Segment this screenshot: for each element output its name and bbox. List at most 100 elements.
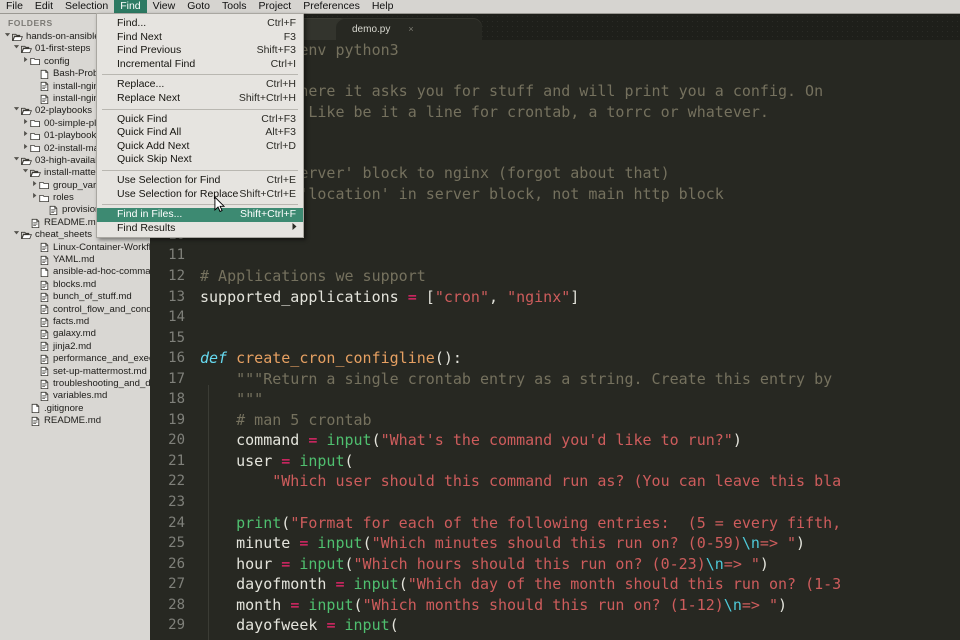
close-icon[interactable]: × xyxy=(408,19,413,40)
menu-item-find[interactable]: Find... Ctrl+F xyxy=(97,17,303,31)
tree-file-control-flow-and-conditiona[interactable]: control_flow_and_conditiona xyxy=(0,304,150,316)
menu-item-incremental-find[interactable]: Incremental Find Ctrl+I xyxy=(97,58,303,72)
menu-item-use-selection-for-find[interactable]: Use Selection for Find Ctrl+E xyxy=(97,174,303,188)
source-code-text[interactable]: #!/usr/bin/env python3 """A tool where i… xyxy=(192,40,960,640)
tree-file--gitignore[interactable]: .gitignore xyxy=(0,403,150,415)
chevron-right-icon[interactable] xyxy=(21,143,30,155)
menu-find[interactable]: Find xyxy=(114,0,147,13)
code-line[interactable]: # - embed 'location' in server block, no… xyxy=(192,184,960,205)
chevron-right-icon[interactable] xyxy=(21,118,30,130)
tree-file-linux-container-workflow-m[interactable]: Linux-Container-Workflow.m xyxy=(0,242,150,254)
chevron-right-icon[interactable] xyxy=(30,192,39,204)
code-line[interactable]: print("Format for each of the following … xyxy=(192,513,960,534)
tree-file-galaxy-md[interactable]: galaxy.md xyxy=(0,328,150,340)
menu-item-quick-skip-next[interactable]: Quick Skip Next xyxy=(97,153,303,167)
code-line[interactable] xyxy=(192,61,960,82)
menu-view[interactable]: View xyxy=(147,0,182,13)
code-line[interactable]: """ xyxy=(192,122,960,143)
code-line[interactable] xyxy=(192,492,960,513)
code-line[interactable]: month = input("Which months should this … xyxy=(192,595,960,616)
code-token: month xyxy=(200,595,291,614)
code-line[interactable]: a new line. Like be it a line for cronta… xyxy=(192,102,960,123)
code-line[interactable]: hour = input("Which hours should this ru… xyxy=(192,554,960,575)
tree-file-troubleshooting-and-debugg[interactable]: troubleshooting_and_debugg xyxy=(0,378,150,390)
tree-item-label: Linux-Container-Workflow.m xyxy=(53,241,150,253)
code-line[interactable] xyxy=(192,328,960,349)
menu-item-quick-find-all[interactable]: Quick Find All Alt+F3 xyxy=(97,126,303,140)
menu-project[interactable]: Project xyxy=(253,0,298,13)
folder-open-icon xyxy=(21,44,32,55)
menu-item-shortcut: Shift+Ctrl+E xyxy=(239,187,296,200)
tab-demo[interactable]: demo.py × xyxy=(336,18,482,40)
menu-help[interactable]: Help xyxy=(366,0,400,13)
menu-item-quick-find[interactable]: Quick Find Ctrl+F3 xyxy=(97,113,303,127)
menu-item-use-selection-for-replace[interactable]: Use Selection for Replace Shift+Ctrl+E xyxy=(97,188,303,202)
code-line[interactable]: dayofweek = input( xyxy=(192,615,960,636)
chevron-down-icon[interactable] xyxy=(12,155,21,167)
chevron-down-icon[interactable] xyxy=(12,43,21,55)
menu-item-quick-add-next[interactable]: Quick Add Next Ctrl+D xyxy=(97,140,303,154)
tree-file-performance-and-execution[interactable]: performance_and_execution xyxy=(0,353,150,365)
menu-item-replace[interactable]: Replace... Ctrl+H xyxy=(97,78,303,92)
code-token: ( xyxy=(371,431,381,450)
code-line[interactable]: def create_cron_configline(): xyxy=(192,348,960,369)
chevron-right-icon[interactable] xyxy=(21,56,30,68)
menu-goto[interactable]: Goto xyxy=(181,0,216,13)
tree-item-label: 01-first-steps xyxy=(35,43,91,55)
code-line[interactable]: # - add 'server' block to nginx (forgot … xyxy=(192,163,960,184)
code-line[interactable]: user = input( xyxy=(192,451,960,472)
code-line[interactable]: #!/usr/bin/env python3 xyxy=(192,40,960,61)
code-token: def xyxy=(200,349,237,368)
code-line[interactable] xyxy=(192,204,960,225)
menu-item-find-results[interactable]: Find Results xyxy=(97,222,303,236)
code-line[interactable]: """A tool where it asks you for stuff an… xyxy=(192,81,960,102)
folder-open-icon xyxy=(21,156,32,167)
tree-file-bunch-of-stuff-md[interactable]: bunch_of_stuff.md xyxy=(0,291,150,303)
file-text-icon xyxy=(39,304,50,315)
menu-item-find-previous[interactable]: Find Previous Shift+F3 xyxy=(97,44,303,58)
tree-file-jinja2-md[interactable]: jinja2.md xyxy=(0,341,150,353)
tree-file-set-up-mattermost-md[interactable]: set-up-mattermost.md xyxy=(0,366,150,378)
code-line[interactable] xyxy=(192,307,960,328)
chevron-down-icon[interactable] xyxy=(12,105,21,117)
code-token: create_cron_configline xyxy=(236,349,435,368)
code-line[interactable]: command = input("What's the command you'… xyxy=(192,430,960,451)
menu-edit[interactable]: Edit xyxy=(29,0,59,13)
code-line[interactable] xyxy=(192,225,960,246)
code-line[interactable]: """Return a single crontab entry as a st… xyxy=(192,369,960,390)
menu-selection[interactable]: Selection xyxy=(59,0,114,13)
tree-file-variables-md[interactable]: variables.md xyxy=(0,390,150,402)
tree-file-readme-md[interactable]: README.md xyxy=(0,415,150,427)
code-line[interactable]: supported_applications = ["cron", "nginx… xyxy=(192,287,960,308)
menu-tools[interactable]: Tools xyxy=(216,0,253,13)
chevron-right-icon[interactable] xyxy=(21,130,30,142)
chevron-right-icon[interactable] xyxy=(30,180,39,192)
menu-item-find-next[interactable]: Find Next F3 xyxy=(97,31,303,45)
code-line[interactable]: # man 5 crontab xyxy=(192,410,960,431)
code-line[interactable] xyxy=(192,245,960,266)
chevron-down-icon[interactable] xyxy=(3,31,12,43)
code-line[interactable]: # Applications we support xyxy=(192,266,960,287)
code-line[interactable]: minute = input("Which minutes should thi… xyxy=(192,533,960,554)
file-text-icon xyxy=(39,391,50,402)
menu-item-label: Find Results xyxy=(117,221,176,234)
tree-file-yaml-md[interactable]: YAML.md xyxy=(0,254,150,266)
chevron-down-icon[interactable] xyxy=(12,229,21,241)
find-dropdown-menu[interactable]: Find... Ctrl+F Find Next F3 Find Previous Shi… xyxy=(96,13,304,239)
tree-item-label: blocks.md xyxy=(53,278,97,290)
menu-file[interactable]: File xyxy=(0,0,29,13)
menu-separator xyxy=(102,74,298,76)
code-line[interactable]: "Which user should this command run as? … xyxy=(192,471,960,492)
tree-file-facts-md[interactable]: facts.md xyxy=(0,316,150,328)
code-line[interactable]: # TODO: xyxy=(192,143,960,164)
code-token: = xyxy=(290,595,300,614)
menu-item-replace-next[interactable]: Replace Next Shift+Ctrl+H xyxy=(97,92,303,106)
tree-file-blocks-md[interactable]: blocks.md xyxy=(0,279,150,291)
menu-item-shortcut: Shift+Ctrl+H xyxy=(238,91,296,104)
code-line[interactable]: """ xyxy=(192,389,960,410)
menu-preferences[interactable]: Preferences xyxy=(297,0,366,13)
chevron-down-icon[interactable] xyxy=(21,167,30,179)
menu-item-find-in-files[interactable]: Find in Files... Shift+Ctrl+F xyxy=(97,208,303,222)
code-line[interactable]: dayofmonth = input("Which day of the mon… xyxy=(192,574,960,595)
tree-file-ansible-ad-hoc-commands[interactable]: ansible-ad-hoc-commands xyxy=(0,266,150,278)
